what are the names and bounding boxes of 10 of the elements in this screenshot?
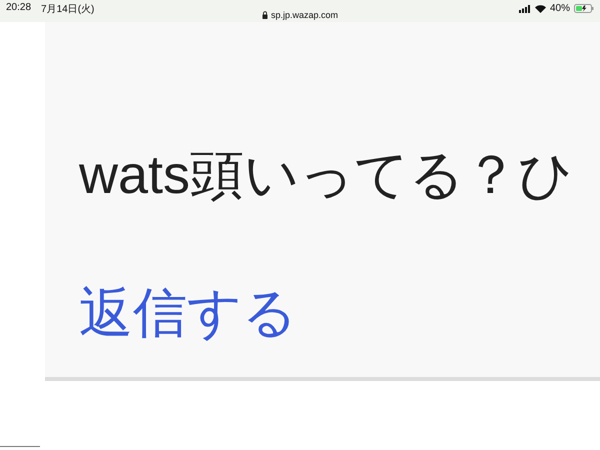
lock-icon [262, 11, 268, 19]
signal-icon [518, 4, 531, 12]
status-time: 20:28 [6, 2, 32, 15]
url-text[interactable]: sp.jp.wazap.com [270, 10, 338, 20]
comment-text: wats頭いってる？ひ [79, 148, 574, 202]
wifi-icon [534, 4, 546, 12]
status-date: 7月14日(火) [41, 2, 94, 16]
battery-percent: 40% [550, 3, 570, 14]
reply-link[interactable]: 返信する [79, 286, 297, 340]
battery-icon [574, 4, 594, 13]
